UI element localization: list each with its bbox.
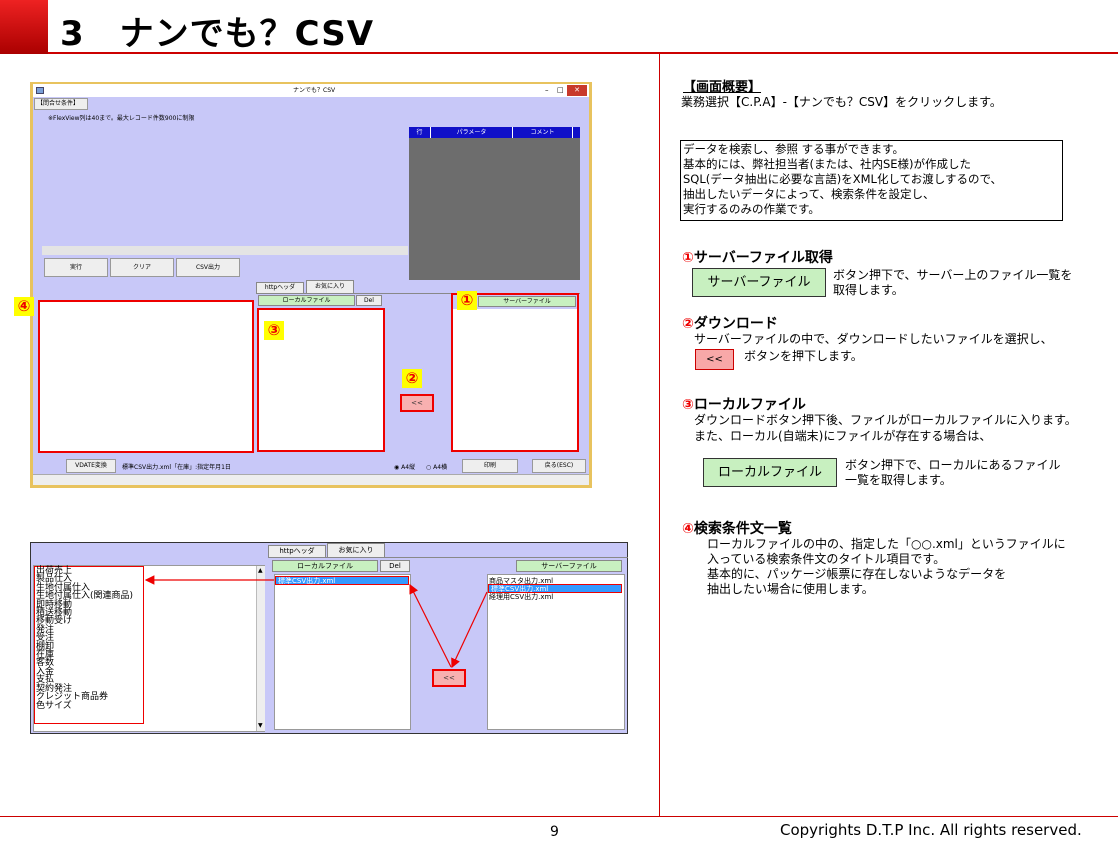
- condition-list-box[interactable]: [38, 300, 254, 453]
- copyright: Copyrights D.T.P Inc. All rights reserve…: [780, 821, 1082, 839]
- radio-unchecked-icon: ○: [426, 464, 432, 471]
- maximize-icon[interactable]: □: [557, 84, 564, 97]
- section-2-desc-1: サーバーファイルの中で、ダウンロードしたいファイルを選択し、: [694, 332, 1053, 346]
- section-1-desc-2: 取得します。: [833, 283, 904, 297]
- download-sample-button: <<: [695, 349, 734, 370]
- section-2-number: ②: [682, 316, 694, 332]
- section-3-title-text: ローカルファイル: [693, 397, 806, 413]
- info-line: 実行するのみの作業です。: [683, 202, 820, 216]
- section-4-number: ④: [682, 521, 694, 537]
- badge-3: ③: [264, 321, 284, 340]
- app-icon: [36, 87, 44, 94]
- section-4-title: ④検索条件文一覧: [682, 518, 792, 538]
- radio-checked-icon: ◉: [394, 464, 400, 471]
- window-title: ナンでも？CSV: [293, 87, 336, 94]
- radio-a4-landscape[interactable]: ○ A4横: [426, 462, 447, 471]
- footer-rule: [0, 816, 1118, 817]
- vdate-convert-button[interactable]: VDATE変換: [66, 459, 116, 473]
- tab-strip-rule-2: [268, 557, 628, 558]
- section-3-number: ③: [682, 397, 694, 413]
- section-2-title: ②ダウンロード: [682, 313, 778, 333]
- info-box: データを検索し、参照 する事ができます。 基本的には、弊社担当者(または、社内S…: [680, 140, 1063, 221]
- local-file-button-2[interactable]: ローカルファイル: [272, 560, 378, 572]
- back-button[interactable]: 戻る(ESC): [532, 459, 586, 473]
- local-file-list-2[interactable]: [274, 574, 411, 730]
- info-line: SQL(データ抽出に必要な言語)をXML化してお渡しするので、: [683, 172, 1003, 186]
- section-4-line-3: 基本的に、パッケージ帳票に存在しないようなデータを: [707, 567, 1007, 581]
- section-2-title-text: ダウンロード: [693, 316, 778, 332]
- close-icon[interactable]: ✕: [567, 85, 587, 96]
- page-title: 3 ナンでも？CSV: [60, 14, 375, 54]
- local-file-button[interactable]: ローカルファイル: [258, 295, 355, 306]
- badge-2: ②: [402, 369, 422, 388]
- server-file-sample-button: サーバーファイル: [692, 268, 826, 297]
- list-item[interactable]: 色サイズ: [36, 701, 133, 710]
- server-file-button-2[interactable]: サーバーファイル: [516, 560, 622, 572]
- info-line: 基本的には、弊社担当者(または、社内SE様)が作成した: [683, 157, 972, 171]
- tab-favorites-2[interactable]: お気に入り: [327, 543, 385, 558]
- scroll-down-icon[interactable]: ▼: [258, 722, 263, 729]
- badge-1: ①: [457, 291, 477, 310]
- grid-header-parameter: パラメータ: [431, 127, 513, 138]
- radio-a4-portrait-label: A4縦: [401, 464, 416, 471]
- section-1-title: ①サーバーファイル取得: [682, 247, 833, 267]
- window-titlebar: ナンでも？CSV – □ ✕: [33, 84, 589, 97]
- print-button[interactable]: 印刷: [462, 459, 518, 473]
- del-button[interactable]: Del: [356, 295, 382, 306]
- header-accent-bar: [0, 0, 48, 54]
- badge-4: ④: [14, 297, 34, 316]
- csv-output-button[interactable]: CSV出力: [176, 258, 240, 277]
- local-file-sample-button: ローカルファイル: [703, 458, 837, 487]
- window-bottom-strip: [33, 474, 589, 485]
- tab-favorites[interactable]: お気に入り: [306, 280, 354, 294]
- scroll-up-icon[interactable]: ▲: [258, 567, 263, 574]
- radio-a4-portrait[interactable]: ◉ A4縦: [394, 462, 415, 471]
- server-file-highlight: [451, 293, 579, 452]
- tab-query-conditions[interactable]: 【問合せ条件】: [34, 98, 88, 110]
- section-1-number: ①: [682, 250, 694, 266]
- section-1-desc-1: ボタン押下で、サーバー上のファイル一覧を: [833, 268, 1073, 282]
- download-button-2[interactable]: <<: [432, 669, 466, 687]
- section-4-line-2: 入っている検索条件文のタイトル項目です。: [707, 552, 946, 566]
- sql-text-bar[interactable]: [42, 246, 408, 255]
- info-line: 抽出したいデータによって、検索条件を設定し、: [683, 187, 935, 201]
- execute-button[interactable]: 実行: [44, 258, 108, 277]
- section-1-title-text: サーバーファイル取得: [693, 250, 833, 266]
- overview-title: 【画面概要】: [683, 80, 762, 95]
- parameter-grid-header: 行 パラメータ コメント: [409, 127, 580, 138]
- section-2-desc-2: ボタンを押下します。: [744, 349, 863, 363]
- grid-header-comment: コメント: [513, 127, 573, 138]
- status-text: 標準CSV出力.xml「在庫」:指定年月1日: [122, 464, 231, 471]
- header-rule: [48, 52, 1118, 54]
- flexview-note: ※FlexView列は40まで。最大レコード件数900に制限: [48, 115, 195, 122]
- vertical-divider: [659, 54, 660, 816]
- section-3-desc-3: ボタン押下で、ローカルにあるファイル: [845, 458, 1061, 472]
- overview-text: 業務選択【C.P.A】-【ナンでも？CSV】をクリックします。: [681, 95, 1002, 109]
- info-line: データを検索し、参照 する事ができます。: [683, 142, 905, 156]
- parameter-grid[interactable]: [409, 127, 580, 280]
- del-button-2[interactable]: Del: [380, 560, 410, 572]
- section-3-title: ③ローカルファイル: [682, 394, 806, 414]
- section-4-line-4: 抽出したい場合に使用します。: [707, 582, 874, 596]
- local-file-selected[interactable]: 標準CSV出力.xml: [275, 576, 409, 585]
- section-3-desc-1: ダウンロードボタン押下後、ファイルがローカルファイルに入ります。: [694, 413, 1077, 427]
- page-number: 9: [550, 824, 559, 840]
- section-3-desc-4: 一覧を取得します。: [845, 473, 952, 487]
- condition-list-items: 出荷売上 製品仕入 生地付属仕入 生地付属仕入(関連商品) 即時移動 積送移動 …: [36, 566, 133, 710]
- list-scrollbar[interactable]: ▲ ▼: [256, 566, 265, 731]
- slide-page: 3 ナンでも？CSV 9 Copyrights D.T.P Inc. All r…: [0, 0, 1118, 841]
- section-4-title-text: 検索条件文一覧: [693, 521, 792, 537]
- section-4-line-1: ローカルファイルの中の、指定した「○○.xml」というファイルに: [707, 537, 1066, 551]
- minimize-icon[interactable]: –: [545, 84, 549, 97]
- radio-a4-landscape-label: A4横: [433, 464, 448, 471]
- server-file-item[interactable]: 経理用CSV出力.xml: [489, 592, 553, 602]
- clear-button[interactable]: クリア: [110, 258, 174, 277]
- section-3-desc-2: また、ローカル(自端末)にファイルが存在する場合は、: [694, 429, 992, 443]
- download-button[interactable]: <<: [400, 394, 434, 412]
- grid-header-row: 行: [409, 127, 431, 138]
